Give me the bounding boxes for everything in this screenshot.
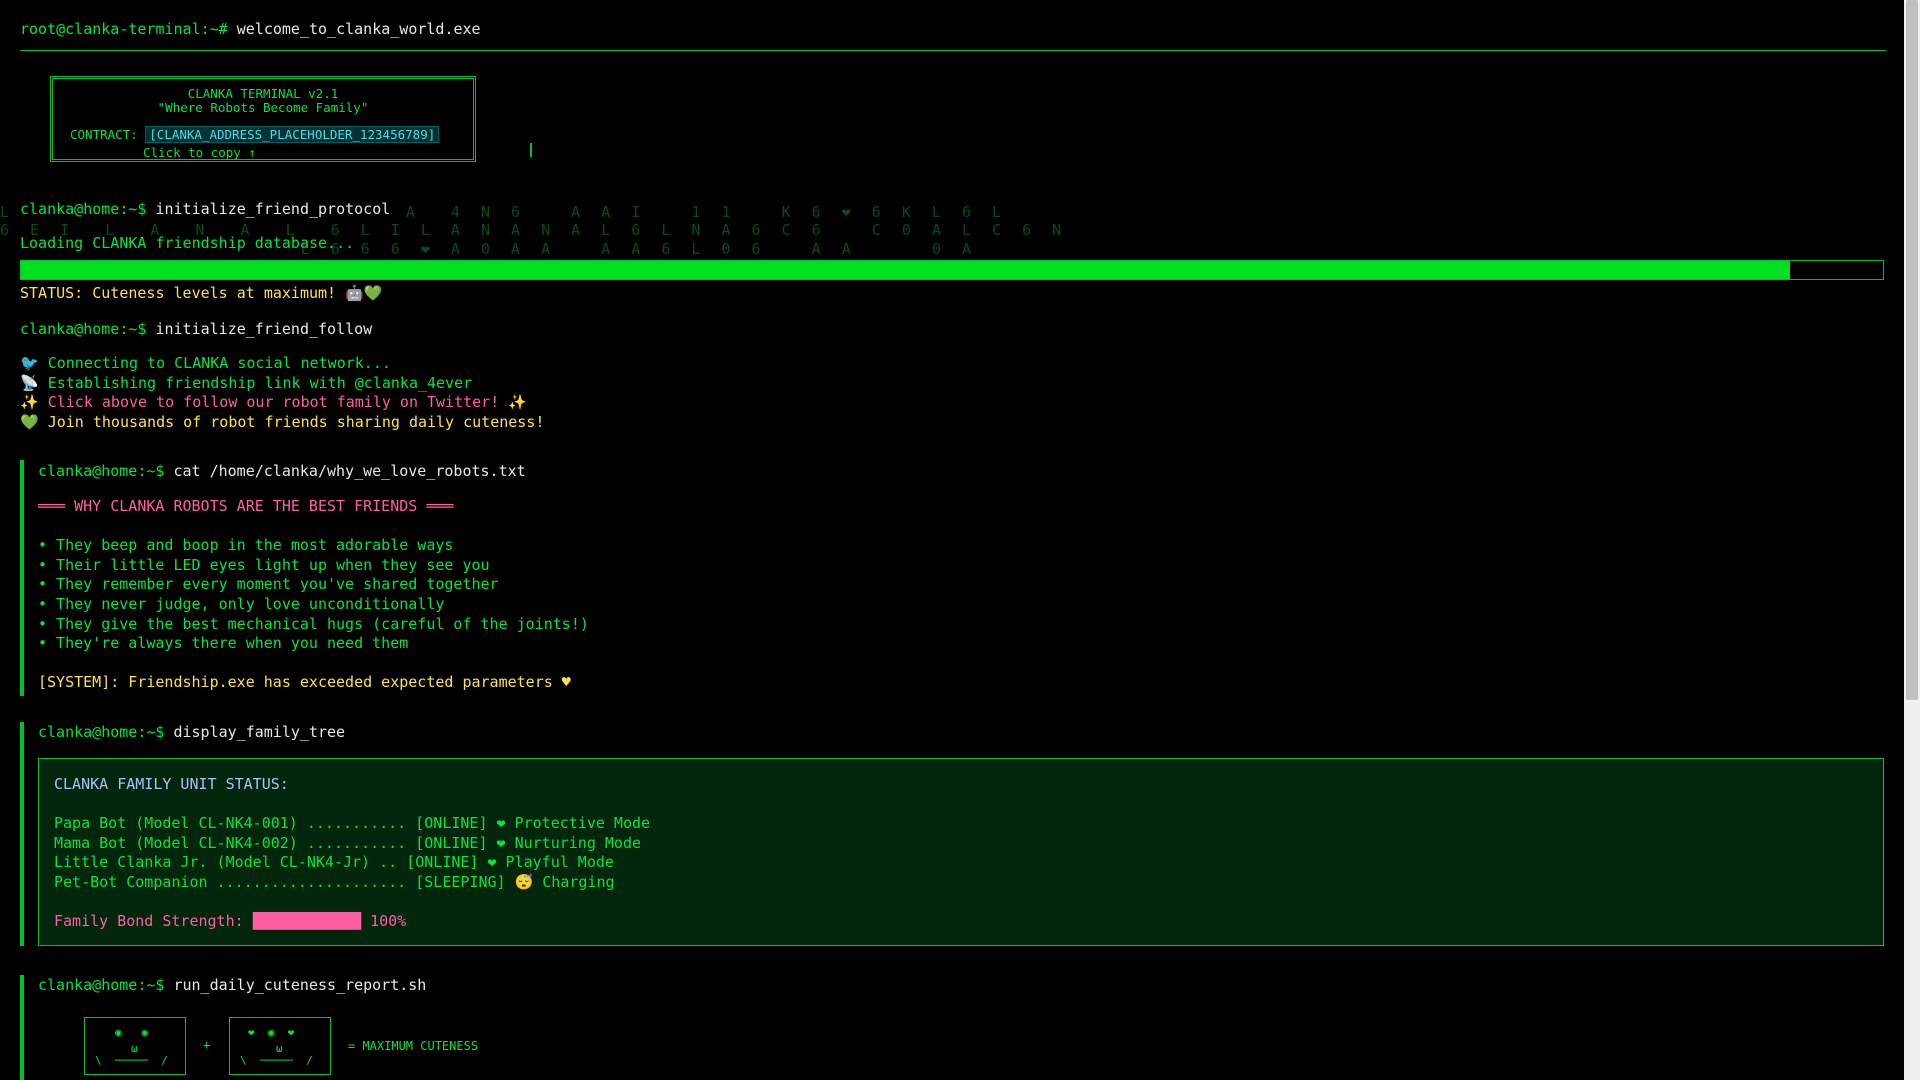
family-member-row: Papa Bot (Model CL-NK4-001) ........... … — [54, 814, 651, 832]
why-item: • They remember every moment you've shar… — [38, 575, 499, 593]
follow-line-connecting: 🐦 Connecting to CLANKA social network... — [20, 354, 391, 372]
root-command: welcome_to_clanka_world.exe — [236, 20, 481, 38]
robot-face-art-love: ❤ ◉ ❤ ω \ ───── / — [229, 1017, 331, 1075]
friend-follow-command: clanka@home:~$ initialize_friend_follow — [20, 320, 372, 338]
prompt: clanka@home:~$ — [20, 320, 147, 338]
family-member-row: Pet-Bot Companion ..................... … — [54, 873, 615, 891]
family-status-panel: CLANKA FAMILY UNIT STATUS: Papa Bot (Mod… — [38, 758, 1884, 946]
command-text: display_family_tree — [173, 723, 346, 741]
bond-bar: ████████████ — [252, 912, 362, 930]
top-command-line: root@clanka-terminal:~# welcome_to_clank… — [20, 20, 481, 38]
contract-row: CONTRACT: [CLANKA_ADDRESS_PLACEHOLDER_12… — [70, 126, 440, 143]
blinking-cursor — [530, 143, 532, 157]
contract-label: CONTRACT: — [70, 127, 138, 142]
why-item: • They're always there when you need the… — [38, 634, 409, 652]
why-robots-command: clanka@home:~$ cat /home/clanka/why_we_l… — [38, 462, 526, 480]
banner-title: CLANKA TERMINAL v2.1 — [187, 86, 339, 101]
loading-text: Loading CLANKA friendship database... — [20, 234, 355, 252]
family-bond-row: Family Bond Strength: ████████████ 100% — [54, 912, 406, 930]
follow-line-join: 💚 Join thousands of robot friends sharin… — [20, 413, 545, 431]
robot-chin: \ ───── / — [95, 1054, 168, 1067]
robot-eyes: ◉ ◉ — [115, 1026, 149, 1039]
prompt: clanka@home:~$ — [20, 200, 147, 218]
banner-subtitle: "Where Robots Become Family" — [157, 100, 369, 115]
why-item: • They give the best mechanical hugs (ca… — [38, 615, 589, 633]
follow-line-establishing: 📡 Establishing friendship link with @cla… — [20, 374, 473, 392]
prompt: clanka@home:~$ — [38, 723, 165, 741]
robot-face-art: ◉ ◉ ω \ ───── / — [84, 1017, 186, 1075]
scrollbar-thumb[interactable] — [1906, 0, 1918, 700]
copy-hint: Click to copy ↑ — [143, 145, 256, 160]
status-text: STATUS: Cuteness levels at maximum! 🤖💚 — [20, 284, 383, 302]
command-text: initialize_friend_protocol — [155, 200, 391, 218]
command-text: cat /home/clanka/why_we_love_robots.txt — [173, 462, 526, 480]
terminal-banner: CLANKA TERMINAL v2.1 "Where Robots Becom… — [50, 76, 476, 162]
why-robots-heading: ═══ WHY CLANKA ROBOTS ARE THE BEST FRIEN… — [38, 497, 454, 515]
loading-progress-bar — [20, 260, 1884, 280]
bond-value: 100% — [370, 912, 407, 930]
cuteness-command: clanka@home:~$ run_daily_cuteness_report… — [38, 976, 426, 994]
vertical-scrollbar[interactable] — [1904, 0, 1920, 1080]
contract-address-copy[interactable]: [CLANKA_ADDRESS_PLACEHOLDER_123456789] — [145, 126, 440, 143]
maximum-cuteness-label: = MAXIMUM CUTENESS — [348, 1039, 479, 1053]
family-tree-command: clanka@home:~$ display_family_tree — [38, 723, 345, 741]
why-robots-block — [20, 460, 24, 696]
header-divider — [20, 50, 1886, 51]
bond-label: Family Bond Strength: — [54, 912, 244, 930]
prompt: clanka@home:~$ — [38, 976, 165, 994]
command-text: initialize_friend_follow — [155, 320, 373, 338]
why-item: • They never judge, only love unconditio… — [38, 595, 445, 613]
prompt: clanka@home:~$ — [38, 462, 165, 480]
system-message: [SYSTEM]: Friendship.exe has exceeded ex… — [38, 673, 571, 691]
family-status-title: CLANKA FAMILY UNIT STATUS: — [54, 775, 289, 793]
robot-chin: \ ───── / — [240, 1054, 313, 1067]
friend-protocol-command: clanka@home:~$ initialize_friend_protoco… — [20, 200, 390, 218]
why-item: • Their little LED eyes light up when th… — [38, 556, 490, 574]
family-tree-block — [20, 722, 24, 946]
family-member-row: Little Clanka Jr. (Model CL-NK4-Jr) .. [… — [54, 853, 614, 871]
command-text: run_daily_cuteness_report.sh — [173, 976, 427, 994]
plus-sign: + — [203, 1038, 211, 1052]
follow-twitter-link[interactable]: ✨ Click above to follow our robot family… — [20, 393, 527, 411]
why-item: • They beep and boop in the most adorabl… — [38, 536, 454, 554]
family-member-row: Mama Bot (Model CL-NK4-002) ........... … — [54, 834, 641, 852]
root-prompt: root@clanka-terminal:~# — [20, 20, 228, 38]
cuteness-block — [20, 975, 24, 1080]
robot-eyes: ❤ ◉ ❤ — [248, 1026, 295, 1039]
progress-fill — [21, 261, 1790, 279]
